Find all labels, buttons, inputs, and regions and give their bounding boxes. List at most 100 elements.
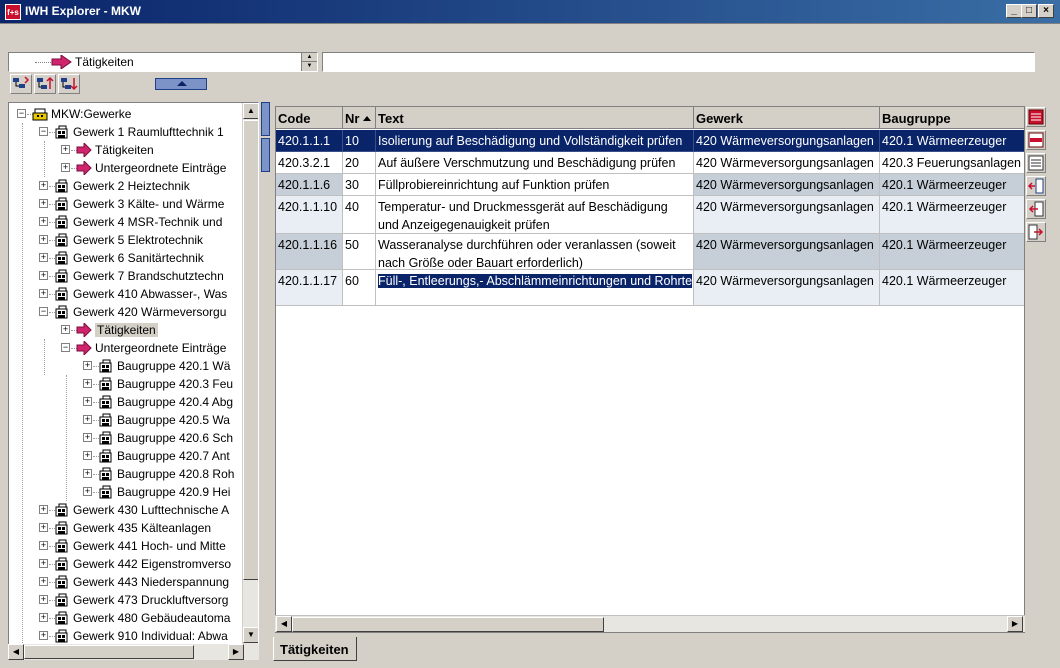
expand-icon[interactable]: + [39, 289, 48, 298]
tree-node[interactable]: + Baugruppe 420.4 Abg [9, 393, 244, 411]
close-button[interactable]: × [1038, 4, 1054, 18]
cell-gewerk[interactable]: 420 Wärmeversorgungsanlagen [694, 130, 880, 152]
tree-node[interactable]: + Baugruppe 420.6 Sch [9, 429, 244, 447]
tree-node[interactable]: + Gewerk 443 Niederspannung [9, 573, 244, 591]
refresh-tree-button[interactable] [10, 74, 32, 94]
cell-text[interactable]: Temperatur- und Druckmessgerät auf Besch… [376, 196, 694, 234]
tree-node-label[interactable]: Gewerk 3 Kälte- und Wärme [73, 197, 224, 211]
tree-horizontal-scrollbar[interactable]: ◀ ▶ [8, 644, 259, 660]
tree-node[interactable]: − MKW:Gewerke [9, 105, 244, 123]
table-row[interactable]: 420.1.1.6 30 Füllprobiereinrichtung auf Fu… [276, 174, 1024, 196]
cell-code[interactable]: 420.1.1.1 [276, 130, 343, 152]
table-row[interactable]: 420.1.1.16 50 Wasseranalyse durchführen od… [276, 234, 1024, 270]
detail-text-field[interactable] [322, 52, 1035, 72]
table-row[interactable]: 420.3.2.1 20 Auf äußere Verschmutzung und … [276, 152, 1024, 174]
tree-node[interactable]: + Gewerk 441 Hoch- und Mitte [9, 537, 244, 555]
tree-node-label[interactable]: Gewerk 430 Lufttechnische A [73, 503, 229, 517]
tree-node[interactable]: + Gewerk 430 Lufttechnische A [9, 501, 244, 519]
expand-icon[interactable]: + [39, 523, 48, 532]
tree-node[interactable]: + Gewerk 5 Elektrotechnik [9, 231, 244, 249]
tree-node-label[interactable]: Untergeordnete Einträge [95, 341, 226, 355]
tree-node[interactable]: + Gewerk 410 Abwasser-, Was [9, 285, 244, 303]
tree-node[interactable]: + Gewerk 7 Brandschutztechn [9, 267, 244, 285]
cell-nr[interactable]: 10 [343, 130, 376, 152]
cell-gewerk[interactable]: 420 Wärmeversorgungsanlagen [694, 152, 880, 174]
tree-node-label[interactable]: Gewerk 473 Druckluftversorg [73, 593, 228, 607]
tree-node-label[interactable]: Baugruppe 420.4 Abg [117, 395, 233, 409]
tree-node-label[interactable]: Tätigkeiten [95, 323, 158, 337]
cell-nr[interactable]: 20 [343, 152, 376, 174]
cell-code[interactable]: 420.3.2.1 [276, 152, 343, 174]
cell-nr[interactable]: 50 [343, 234, 376, 270]
cell-gewerk[interactable]: 420 Wärmeversorgungsanlagen [694, 234, 880, 270]
expand-icon[interactable]: + [39, 271, 48, 280]
tree-node-label[interactable]: Gewerk 443 Niederspannung [73, 575, 229, 589]
collapse-toolbar-button[interactable] [155, 78, 207, 90]
tree-node-label[interactable]: Gewerk 2 Heiztechnik [73, 179, 190, 193]
expand-icon[interactable]: + [61, 145, 70, 154]
cell-code[interactable]: 420.1.1.10 [276, 196, 343, 234]
tree-node[interactable]: + Baugruppe 420.7 Ant [9, 447, 244, 465]
expand-icon[interactable]: + [83, 451, 92, 460]
table-row[interactable]: 420.1.1.10 40 Temperatur- und Druckmessger… [276, 196, 1024, 234]
cell-gewerk[interactable]: 420 Wärmeversorgungsanlagen [694, 174, 880, 196]
expand-icon[interactable]: + [83, 415, 92, 424]
cell-code[interactable]: 420.1.1.16 [276, 234, 343, 270]
minimize-button[interactable]: _ [1006, 4, 1022, 18]
tree-node[interactable]: + Gewerk 910 Individual: Abwa [9, 627, 244, 644]
expand-icon[interactable]: + [39, 559, 48, 568]
column-header-nr[interactable]: Nr [343, 107, 376, 129]
tree-node[interactable]: + Gewerk 435 Kälteanlagen [9, 519, 244, 537]
tree-node-label[interactable]: Baugruppe 420.5 Wa [117, 413, 230, 427]
tree-node-label[interactable]: Gewerk 410 Abwasser-, Was [73, 287, 227, 301]
tree-node-label[interactable]: Baugruppe 420.1 Wä [117, 359, 230, 373]
tree-node-label[interactable]: Gewerk 4 MSR-Technik und [73, 215, 222, 229]
tree-node[interactable]: + Tätigkeiten [9, 321, 244, 339]
scroll-right-icon[interactable]: ▶ [228, 644, 244, 660]
tree-node-label[interactable]: Baugruppe 420.7 Ant [117, 449, 230, 463]
tree-node[interactable]: + Gewerk 3 Kälte- und Wärme [9, 195, 244, 213]
panel-splitter[interactable] [260, 102, 271, 662]
cell-text[interactable]: Isolierung auf Beschädigung und Vollstän… [376, 130, 694, 152]
expand-icon[interactable]: + [39, 217, 48, 226]
gewerke-tree[interactable]: − MKW:Gewerke − Gewerk 1 Raumlufttechnik 1 +… [8, 102, 259, 645]
tree-node-label[interactable]: Tätigkeiten [95, 143, 154, 157]
expand-icon[interactable]: + [39, 235, 48, 244]
grid-horizontal-scrollbar[interactable]: ◀ ▶ [275, 615, 1025, 632]
tree-node-label[interactable]: Baugruppe 420.3 Feu [117, 377, 233, 391]
collapse-icon[interactable]: − [61, 343, 70, 352]
expand-icon[interactable]: + [83, 361, 92, 370]
table-row[interactable]: 420.1.1.17 60 Füll-, Entleerungs,- Abschlä… [276, 270, 1024, 306]
tree-node-label[interactable]: Gewerk 435 Kälteanlagen [73, 521, 211, 535]
tree-up-button[interactable] [34, 74, 56, 94]
tree-node[interactable]: − Gewerk 420 Wärmeversorgu [9, 303, 244, 321]
expand-icon[interactable]: + [39, 613, 48, 622]
cell-gewerk[interactable]: 420 Wärmeversorgungsanlagen [694, 196, 880, 234]
insert-row-button[interactable] [1026, 107, 1046, 127]
expand-icon[interactable]: + [83, 379, 92, 388]
tree-node[interactable]: − Gewerk 1 Raumlufttechnik 1 [9, 123, 244, 141]
collapse-right-button[interactable] [261, 138, 270, 172]
cell-nr[interactable]: 60 [343, 270, 376, 306]
tree-node-label[interactable]: Gewerk 442 Eigenstromverso [73, 557, 231, 571]
expand-icon[interactable]: + [83, 469, 92, 478]
tree-vscroll-thumb[interactable] [243, 120, 258, 580]
tree-node-label[interactable]: Gewerk 910 Individual: Abwa [73, 629, 228, 643]
expand-icon[interactable]: + [83, 433, 92, 442]
spin-down-icon[interactable]: ▼ [302, 62, 317, 71]
tree-hscroll-thumb[interactable] [24, 645, 194, 659]
collapse-icon[interactable]: − [39, 127, 48, 136]
tree-node[interactable]: + Baugruppe 420.3 Feu [9, 375, 244, 393]
cell-text[interactable]: Auf äußere Verschmutzung und Beschädigun… [376, 152, 694, 174]
tree-node-label[interactable]: Gewerk 5 Elektrotechnik [73, 233, 203, 247]
tree-down-button[interactable] [58, 74, 80, 94]
expand-icon[interactable]: + [39, 577, 48, 586]
activities-grid[interactable]: Code Nr Text Gewerk Baugruppe 420.1.1.1 1… [275, 106, 1025, 633]
expand-icon[interactable]: + [39, 253, 48, 262]
cell-nr[interactable]: 40 [343, 196, 376, 234]
expand-icon[interactable]: + [61, 325, 70, 334]
scroll-left-icon[interactable]: ◀ [8, 644, 24, 660]
tree-node-label[interactable]: MKW:Gewerke [51, 107, 131, 121]
cell-text[interactable]: Wasseranalyse durchführen oder veranlass… [376, 234, 694, 270]
cell-baugruppe[interactable]: 420.1 Wärmeerzeuger [880, 174, 1024, 196]
